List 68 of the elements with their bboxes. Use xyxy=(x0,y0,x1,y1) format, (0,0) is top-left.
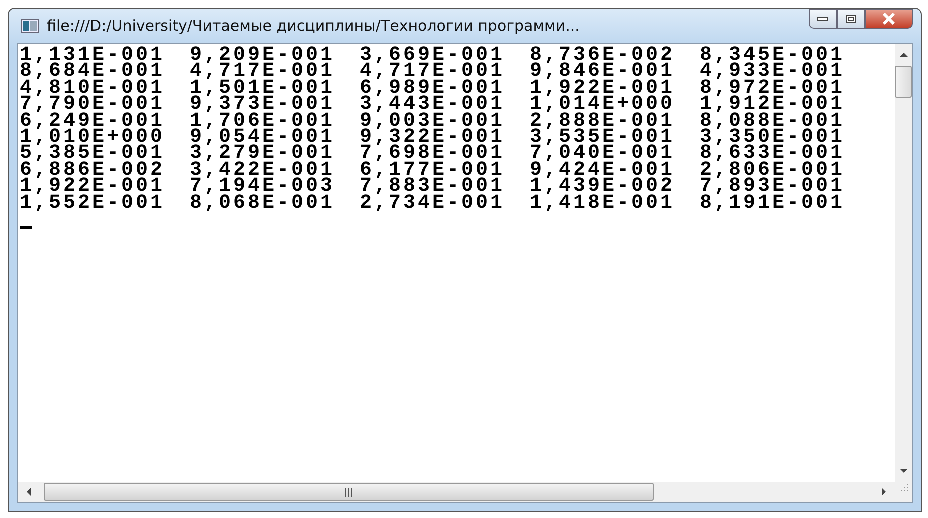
console-value: 1,552E-001 xyxy=(20,196,166,212)
console-value: 4,810E-001 xyxy=(20,80,166,98)
console-value: 4,717E-001 xyxy=(360,64,506,81)
vertical-scrollbar[interactable] xyxy=(895,44,912,482)
console-value: 1,010E+000 xyxy=(20,130,166,146)
console-value: 1,706E-001 xyxy=(190,114,336,130)
maximize-icon xyxy=(845,14,857,24)
console-value: 6,249E-001 xyxy=(20,114,166,130)
console-value: 9,003E-001 xyxy=(360,114,506,130)
console-value: 9,373E-001 xyxy=(190,97,336,114)
console-value: 5,385E-001 xyxy=(20,146,166,163)
console-value: 1,922E-001 xyxy=(20,179,166,196)
minimize-icon xyxy=(817,16,829,22)
console-value: 7,790E-001 xyxy=(20,97,166,114)
console-value: 7,194E-003 xyxy=(190,179,336,196)
scroll-left-icon[interactable] xyxy=(26,487,32,497)
console-value: 8,088E-001 xyxy=(700,114,846,130)
console-value: 8,972E-001 xyxy=(700,80,846,98)
console-value: 7,893E-001 xyxy=(700,179,846,196)
console-value: 7,040E-001 xyxy=(530,146,676,163)
console-value: 1,418E-001 xyxy=(530,196,676,212)
console-value: 3,669E-001 xyxy=(360,48,506,64)
console-value: 3,535E-001 xyxy=(530,130,676,146)
console-value: 3,422E-001 xyxy=(190,162,336,180)
console-value: 8,345E-001 xyxy=(700,48,846,64)
console-value: 8,068E-001 xyxy=(190,196,336,212)
maximize-button[interactable] xyxy=(837,9,865,29)
console-value: 8,684E-001 xyxy=(20,64,166,81)
console-icon xyxy=(21,19,39,33)
console-value: 2,806E-001 xyxy=(700,162,846,180)
horizontal-scrollbar[interactable] xyxy=(18,482,895,502)
console-value: 8,191E-001 xyxy=(700,196,846,212)
scroll-right-icon[interactable] xyxy=(881,487,887,497)
console-value: 9,322E-001 xyxy=(360,130,506,146)
close-icon xyxy=(882,13,896,25)
console-value: 9,424E-001 xyxy=(530,162,676,180)
console-value: 3,443E-001 xyxy=(360,97,506,114)
scroll-down-icon[interactable] xyxy=(898,468,908,474)
console-value: 1,501E-001 xyxy=(190,80,336,98)
console-value: 1,439E-002 xyxy=(530,179,676,196)
scroll-thumb[interactable] xyxy=(895,66,912,98)
scroll-up-icon[interactable] xyxy=(898,52,908,58)
console-value: 7,698E-001 xyxy=(360,146,506,163)
console-value: 1,912E-001 xyxy=(700,97,846,114)
console-value: 1,014E+000 xyxy=(530,97,676,114)
scroll-thumb[interactable] xyxy=(44,483,654,501)
console-value: 6,989E-001 xyxy=(360,80,506,98)
grip-icon xyxy=(345,488,353,496)
minimize-button[interactable] xyxy=(809,9,837,29)
close-button[interactable] xyxy=(865,9,913,29)
console-value: 1,922E-001 xyxy=(530,80,676,98)
text-cursor xyxy=(20,226,32,230)
console-value: 2,734E-001 xyxy=(360,196,506,212)
console-value: 6,177E-001 xyxy=(360,162,506,180)
console-value: 8,633E-001 xyxy=(700,146,846,163)
console-value: 4,717E-001 xyxy=(190,64,336,81)
console-value: 7,883E-001 xyxy=(360,179,506,196)
console-value: 1,131E-001 xyxy=(20,48,166,64)
console-value: 3,350E-001 xyxy=(700,130,846,146)
console-value: 9,846E-001 xyxy=(530,64,676,81)
console-value: 4,933E-001 xyxy=(700,64,846,81)
console-value: 2,888E-001 xyxy=(530,114,676,130)
console-value: 3,279E-001 xyxy=(190,146,336,163)
console-value: 8,736E-002 xyxy=(530,48,676,64)
console-value: 9,054E-001 xyxy=(190,130,336,146)
console-value: 6,886E-002 xyxy=(20,162,166,180)
window-title: file:///D:/University/Читаемые дисциплины/Технологии программи... xyxy=(47,17,580,35)
console-value: 9,209E-001 xyxy=(190,48,336,64)
